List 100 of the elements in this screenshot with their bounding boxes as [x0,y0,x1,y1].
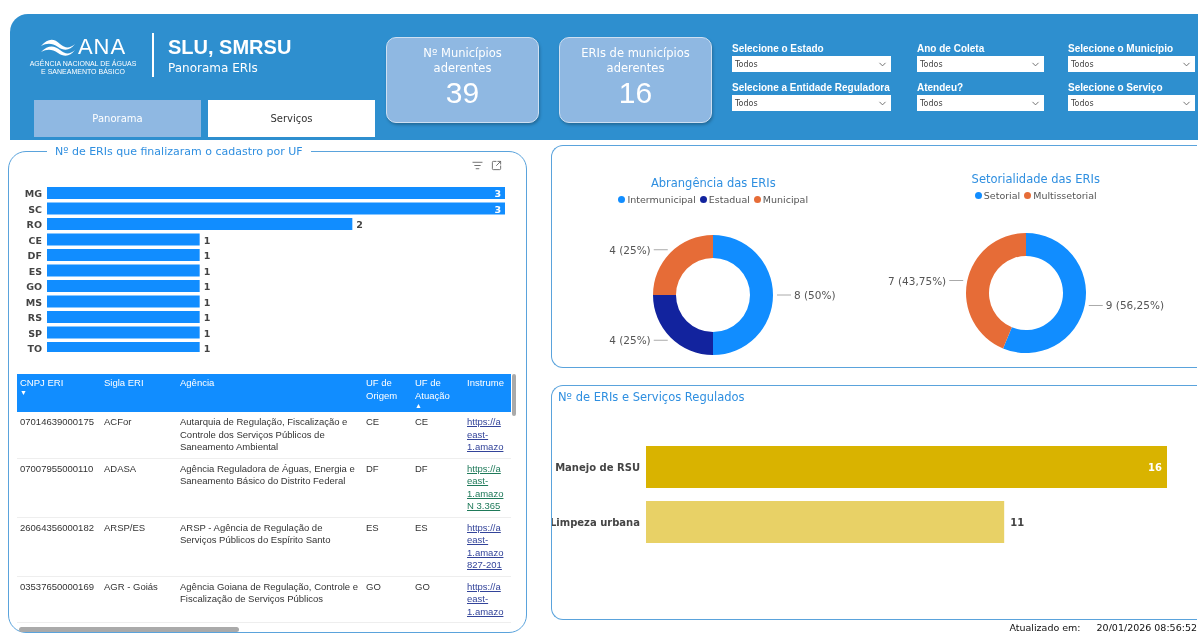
filter-dropdown[interactable]: Todos [732,56,891,72]
filter-dropdown[interactable]: Todos [1068,95,1195,111]
category-label: MS [25,296,42,308]
bar[interactable] [47,187,505,200]
chart-title: Setorialidade das ERIs [971,172,1100,186]
chart-title: Abrangência das ERIs [650,176,776,190]
table-cell: ES [363,517,412,576]
category-label: CE [28,234,42,246]
kpi-value: 16 [618,76,653,110]
updated-label: Atualizado em: [1009,622,1081,633]
table-cell: 07007955000110 [17,458,101,517]
bar[interactable] [47,218,353,231]
table-cell: AGR - Goiás [101,576,177,623]
link[interactable]: https://a east- 1.amazo 827-201 [467,521,508,572]
table-cell: Agência Goiana de Regulação, Controle e Fiscalização de Serviços Públicos [177,576,363,623]
leader-line [948,280,964,281]
legend-item[interactable]: Municipal [753,194,809,205]
filter-dropdown[interactable]: Todos [917,95,1044,111]
value-label: 1 [203,281,211,293]
scrollbar[interactable] [19,627,239,632]
value-label: 7 (43,75%) [887,274,946,287]
value-label: 1 [203,265,211,277]
column-label: UF de Origem [366,377,398,401]
value-label: 1 [203,312,211,324]
category-label: ES [28,265,42,277]
filter-label: Atendeu? [917,82,965,93]
legend-item[interactable]: Intermunicipal [618,194,696,205]
expand-icon[interactable] [491,160,502,171]
value-label: 1 [203,296,211,308]
bar[interactable] [47,295,200,308]
link[interactable]: https://a east- 1.amazo N 3.365 [467,462,508,513]
page-tab[interactable]: Serviços [208,100,375,137]
filter-dropdown[interactable]: Todos [1068,56,1195,72]
category-label: TO [27,343,42,352]
table-cell: CE [363,412,412,458]
category-label: MG [24,188,42,200]
kpi-value: 39 [445,76,480,110]
table-cell: DF [363,458,412,517]
legend-item[interactable]: Estadual [699,194,750,205]
table-cell: Agência Reguladora de Águas, Energia e Saneamento Básico do Distrito Federal [177,458,363,517]
table-cell: 07014639000175 [17,412,101,458]
scrollbar[interactable] [512,374,516,416]
value-label: 4 (25%) [609,243,651,256]
link[interactable]: https://a east- 1.amazo [467,416,508,454]
link[interactable]: https://a east- 1.amazo [467,580,508,618]
value-label: 1 [203,327,211,339]
filter-dropdown[interactable]: Todos [732,95,891,111]
table-cell: 26064356000182 [17,517,101,576]
bar[interactable] [47,311,200,324]
table-cell: CE [412,412,464,458]
category-label: RO [26,219,42,231]
column-label: CNPJ ERI [20,377,64,388]
dashboard-title: SLU, SMRSU [168,35,292,59]
donut-slice[interactable] [653,295,714,355]
bar[interactable] [47,233,200,246]
category-label: SC [28,203,42,215]
leader-line [653,249,669,251]
legend-item[interactable]: Multissetorial [1024,190,1097,201]
table-cell: 03537650000169 [17,576,101,623]
logo-text: ANA [77,34,127,59]
bar[interactable] [47,326,200,339]
column-label: Instrume [467,377,504,388]
table-cell: ACFor [101,412,177,458]
bar[interactable] [47,264,200,277]
table-cell: Autarquia de Regulação, Fiscalização e Controle dos Serviços Públicos de Saneamento Ambiental [177,412,363,458]
table-cell: ARSP - Agência de Regulação de Serviços Públicos do Espírito Santo [177,517,363,576]
bar[interactable] [47,249,200,262]
value-label: 1 [203,234,211,246]
table-cell: ES [412,517,464,576]
kpi-label: ERIs de municípios aderentes [580,46,691,76]
updated-timestamp: 20/01/2026 08:56:52 [1096,622,1197,633]
filter-label: Selecione o Estado [732,43,825,54]
value-label: 3 [494,203,501,215]
legend-item[interactable]: Setorial [974,190,1021,201]
value-label: 1 [203,250,211,262]
table-cell: DF [412,458,464,517]
column-label: Sigla ERI [104,377,144,388]
table-cell: GO [412,576,464,623]
table-cell: ADASA [101,458,177,517]
value-label: 4 (25%) [609,334,651,347]
filter-label: Selecione o Serviço [1068,82,1164,93]
category-label: DF [27,250,42,262]
dashboard-subtitle: Panorama ERIs [168,60,259,75]
value-label: 3 [494,188,501,200]
filter-icon[interactable] [472,160,483,171]
value-label: 1 [203,343,211,352]
filter-label: Selecione a Entidade Reguladora [732,82,891,93]
kpi-label: Nº Municípios aderentes [422,46,503,76]
value-label: 11 [1010,517,1025,528]
bar[interactable] [47,202,505,215]
table-cell: ARSP/ES [101,517,177,576]
leader-line [776,294,792,296]
value-label: 9 (56,25%) [1105,299,1164,312]
leader-line [653,339,669,341]
category-label: SP [28,327,42,339]
table-cell: GO [363,576,412,623]
filter-label: Ano de Coleta [917,43,986,54]
bar[interactable] [47,280,200,293]
leader-line [1088,305,1103,306]
filter-dropdown[interactable]: Todos [917,56,1044,72]
